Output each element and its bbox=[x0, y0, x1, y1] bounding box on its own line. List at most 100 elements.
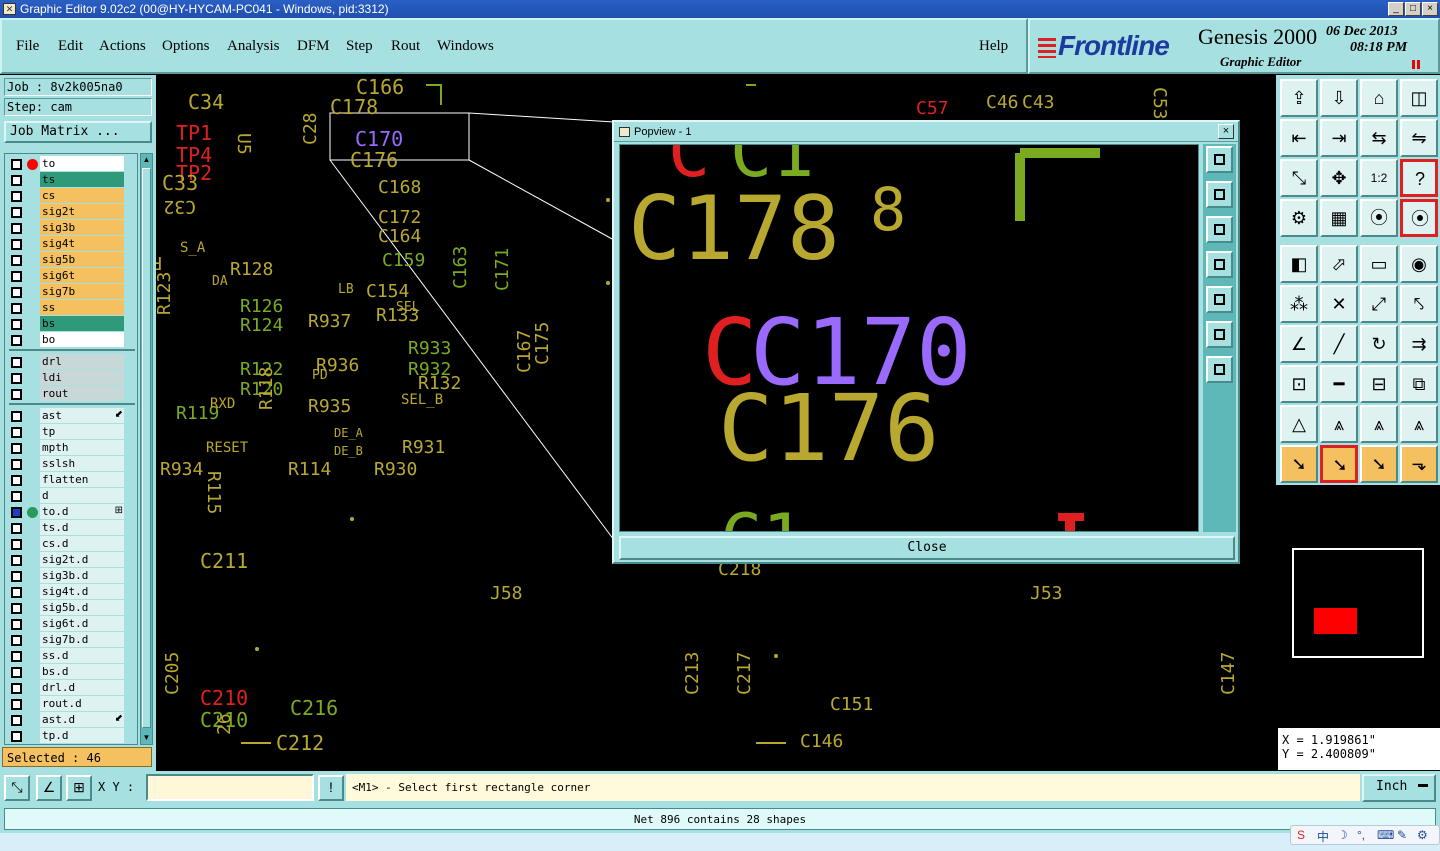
layer-name[interactable]: to bbox=[40, 156, 124, 171]
layer-row[interactable]: d bbox=[5, 488, 139, 504]
layer-row[interactable]: bs.d bbox=[5, 664, 139, 680]
select-icon[interactable]: ➘ bbox=[1280, 445, 1318, 483]
layer-checkbox[interactable] bbox=[11, 731, 22, 742]
layer-row[interactable]: tp bbox=[5, 424, 139, 440]
xy-input[interactable] bbox=[146, 774, 314, 801]
layer-name[interactable]: cs bbox=[40, 188, 124, 203]
select-net-icon[interactable]: ⬎ bbox=[1400, 445, 1438, 483]
layer-checkbox[interactable] bbox=[11, 427, 22, 438]
layer-row[interactable]: sig7b bbox=[5, 284, 139, 300]
layer-row[interactable]: sig6t bbox=[5, 268, 139, 284]
layer-checkbox[interactable] bbox=[11, 411, 22, 422]
menu-step[interactable]: Step bbox=[346, 38, 373, 55]
maximize-button[interactable]: □ bbox=[1405, 2, 1421, 16]
rotate-icon[interactable]: ↻ bbox=[1360, 325, 1398, 363]
layer-name[interactable]: rout.d bbox=[40, 696, 124, 711]
layer-row[interactable]: sig5b bbox=[5, 252, 139, 268]
minimize-button[interactable]: _ bbox=[1388, 2, 1404, 16]
layer-name[interactable]: ldi bbox=[40, 370, 124, 385]
keyboard-icon[interactable]: ⌨ bbox=[1377, 828, 1394, 842]
layer-checkbox[interactable] bbox=[11, 475, 22, 486]
menu-edit[interactable]: Edit bbox=[58, 38, 83, 55]
layer-name[interactable]: cs.d bbox=[40, 536, 124, 551]
menu-help[interactable]: Help bbox=[979, 38, 1008, 55]
layer-checkbox[interactable] bbox=[11, 373, 22, 384]
popview-pan-up-icon[interactable] bbox=[1206, 181, 1233, 208]
layer-checkbox[interactable] bbox=[11, 635, 22, 646]
layer-name[interactable]: sig3b bbox=[40, 220, 124, 235]
snap-icon[interactable]: ⤡ bbox=[4, 775, 30, 801]
layer-row[interactable]: ast.d ⬋ bbox=[5, 712, 139, 728]
layer-name[interactable]: ss bbox=[40, 300, 124, 315]
layer-checkbox[interactable] bbox=[11, 555, 22, 566]
layer-row[interactable]: sig3b bbox=[5, 220, 139, 236]
snap-icon[interactable]: ⇋ bbox=[1400, 119, 1438, 157]
layer-name[interactable]: to.d bbox=[40, 504, 124, 519]
zoom-ratio-icon[interactable]: 1:2 bbox=[1360, 159, 1398, 197]
layer-row[interactable]: mpth bbox=[5, 440, 139, 456]
chinese-mode-icon[interactable]: 中 bbox=[1317, 828, 1329, 845]
layer-display-icon[interactable]: ⦿ bbox=[1360, 199, 1398, 237]
layer-row[interactable]: ts.d bbox=[5, 520, 139, 536]
split-view-icon[interactable]: ◫ bbox=[1400, 79, 1438, 117]
layer-checkbox[interactable] bbox=[11, 507, 22, 518]
layer-name[interactable]: sig6t bbox=[40, 268, 124, 283]
layer-checkbox[interactable] bbox=[11, 651, 22, 662]
layer-checkbox[interactable] bbox=[11, 683, 22, 694]
layer-row[interactable]: to.d ⊞ bbox=[5, 504, 139, 520]
layer-row[interactable]: sig6t.d bbox=[5, 616, 139, 632]
layer-row[interactable]: sig5b.d bbox=[5, 600, 139, 616]
pen-icon[interactable]: ✎ bbox=[1397, 828, 1407, 842]
layer-name[interactable]: flatten bbox=[40, 472, 124, 487]
layer-checkbox[interactable] bbox=[11, 443, 22, 454]
layer-checkbox[interactable] bbox=[11, 159, 22, 170]
layer-name[interactable]: bs.d bbox=[40, 664, 124, 679]
ruler-icon[interactable]: ▭ bbox=[1360, 245, 1398, 283]
add-line-icon[interactable]: ⬀ bbox=[1320, 245, 1358, 283]
menu-options[interactable]: Options bbox=[162, 38, 210, 55]
layer-row[interactable]: sslsh bbox=[5, 456, 139, 472]
layer-row[interactable]: sig3b.d bbox=[5, 568, 139, 584]
layer-name[interactable]: ts.d bbox=[40, 520, 124, 535]
menu-windows[interactable]: Windows bbox=[437, 38, 494, 55]
layer-name[interactable]: sig7b.d bbox=[40, 632, 124, 647]
horizontal-line-icon[interactable]: ━ bbox=[1320, 365, 1358, 403]
layer-checkbox[interactable] bbox=[11, 667, 22, 678]
layer-name[interactable]: ast.d bbox=[40, 712, 124, 727]
layer-name[interactable]: sig7b bbox=[40, 284, 124, 299]
layer-checkbox[interactable] bbox=[11, 191, 22, 202]
layer-name[interactable]: mpth bbox=[40, 440, 124, 455]
arc-icon[interactable]: ⩓ bbox=[1400, 405, 1438, 443]
scroll-down-icon[interactable]: ▼ bbox=[142, 732, 151, 744]
layer-name[interactable]: drl.d bbox=[40, 680, 124, 695]
layer-name[interactable]: rout bbox=[40, 386, 124, 401]
polygon-icon[interactable]: ⩓ bbox=[1360, 405, 1398, 443]
settings-icon[interactable]: ⚙ bbox=[1417, 828, 1428, 842]
layer-row[interactable]: drl bbox=[5, 354, 139, 370]
layer-name[interactable]: sig2t.d bbox=[40, 552, 124, 567]
layer-checkbox[interactable] bbox=[11, 539, 22, 550]
feature-icon[interactable]: ⊡ bbox=[1280, 365, 1318, 403]
overview-viewport[interactable] bbox=[1314, 608, 1357, 634]
layer-name[interactable]: sig2t bbox=[40, 204, 124, 219]
pause-icon[interactable] bbox=[1412, 60, 1420, 69]
select-poly-icon[interactable]: ➘ bbox=[1360, 445, 1398, 483]
layer-name[interactable]: ast bbox=[40, 408, 124, 423]
group-icon[interactable]: ⧉ bbox=[1400, 365, 1438, 403]
sogou-icon[interactable]: S bbox=[1297, 828, 1305, 842]
layer-filter-icon[interactable]: ⦿ bbox=[1400, 199, 1438, 237]
popview-zoom-out-icon[interactable] bbox=[1206, 356, 1233, 383]
layer-row[interactable]: rout.d bbox=[5, 696, 139, 712]
layer-checkbox[interactable] bbox=[11, 523, 22, 534]
layer-row[interactable]: sig2t bbox=[5, 204, 139, 220]
layer-checkbox[interactable] bbox=[11, 255, 22, 266]
layer-checkbox[interactable] bbox=[11, 287, 22, 298]
layer-name[interactable]: tp.d bbox=[40, 728, 124, 743]
layer-checkbox[interactable] bbox=[11, 335, 22, 346]
add-pad-icon[interactable]: ◧ bbox=[1280, 245, 1318, 283]
layer-name[interactable]: sig5b.d bbox=[40, 600, 124, 615]
zoom-down-icon[interactable]: ⇩ bbox=[1320, 79, 1358, 117]
layer-row[interactable]: ss bbox=[5, 300, 139, 316]
layer-row[interactable]: rout bbox=[5, 386, 139, 402]
layer-name[interactable]: sig4t.d bbox=[40, 584, 124, 599]
